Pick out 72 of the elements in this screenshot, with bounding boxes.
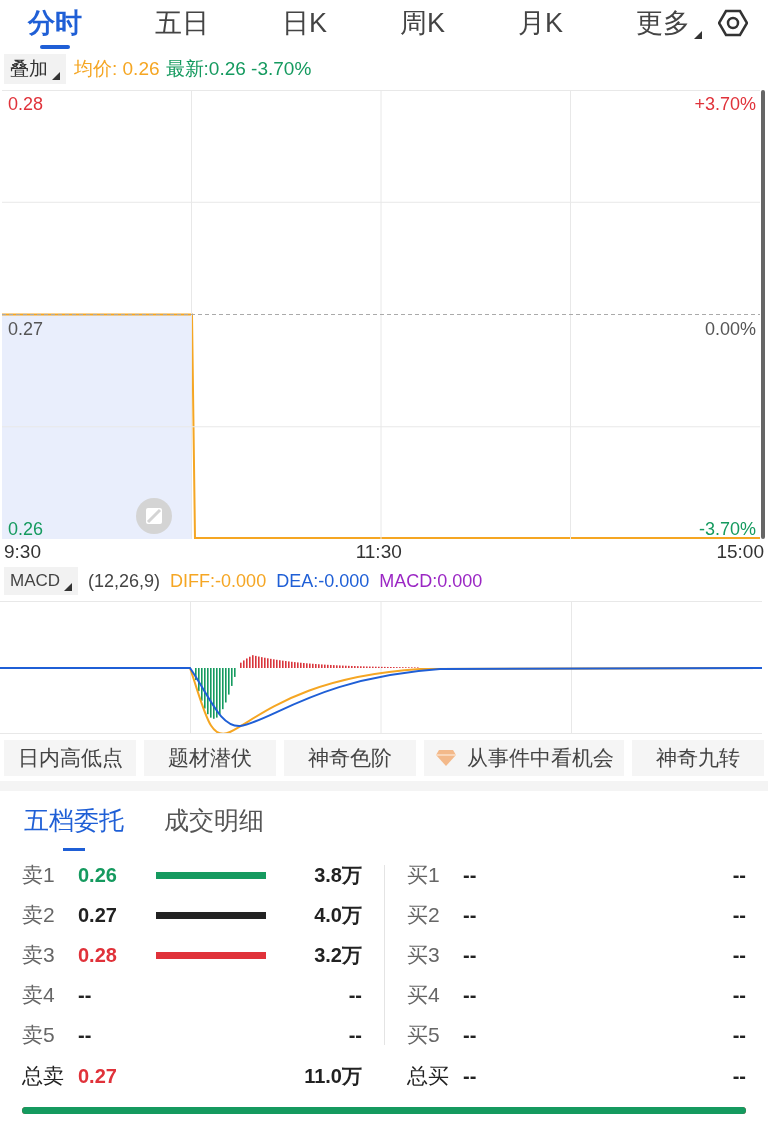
chart-tab[interactable]: 月K — [517, 3, 563, 43]
level-label: 卖1 — [22, 862, 56, 889]
shortcut-button[interactable]: 神奇色阶 — [284, 740, 417, 776]
diamond-icon — [434, 749, 457, 767]
shortcut-button[interactable]: 日内高低点 — [4, 740, 137, 776]
level-label: 买5 — [407, 1022, 441, 1049]
chart-tab[interactable]: 周K — [399, 3, 445, 43]
price-value: -- — [463, 983, 478, 1008]
volume-value: 3.8万 — [314, 863, 362, 888]
chart-tab[interactable]: 日K — [281, 3, 327, 43]
volume-value: -- — [732, 983, 746, 1008]
price-tick-label: 0.28 — [8, 94, 44, 114]
caret-icon — [64, 583, 73, 591]
level-label: 买1 — [407, 862, 441, 889]
diff-value: DIFF:-0.000 — [170, 569, 267, 593]
level-label: 卖4 — [22, 982, 56, 1009]
level-label: 卖5 — [22, 1022, 56, 1049]
volume-value: -- — [732, 863, 746, 888]
macd-value: MACD:0.000 — [379, 569, 483, 593]
average-price: 均价: 0.26 — [74, 56, 160, 81]
price-value: -- — [463, 1023, 478, 1048]
total-buy-price: -- — [463, 1064, 478, 1089]
volume-value: -- — [348, 1023, 362, 1048]
tab-indicator — [40, 45, 70, 49]
percent-label: 0.00% — [704, 318, 756, 339]
volume-value: -- — [732, 943, 746, 968]
level-label: 卖3 — [22, 942, 56, 969]
volume-value: -- — [732, 903, 746, 928]
level-label: 买3 — [407, 942, 441, 969]
price-value: -- — [463, 903, 478, 928]
level-label: 买2 — [407, 902, 441, 929]
price-tick-label: 0.27 — [8, 318, 44, 339]
chart-tab[interactable]: 更多 — [635, 3, 702, 43]
shortcut-button[interactable]: 题材潜伏 — [144, 740, 277, 776]
macd-button[interactable]: MACD — [4, 567, 79, 595]
price-value: -- — [78, 983, 93, 1008]
order-book-tab[interactable]: 五档委托 — [24, 801, 124, 841]
order-book-tab[interactable]: 成交明细 — [164, 801, 264, 841]
price-tick-label: 0.26 — [8, 519, 44, 539]
price-value: 0.27 — [78, 903, 118, 928]
price-value: -- — [463, 863, 478, 888]
dea-value: DEA:-0.000 — [276, 569, 370, 593]
time-label: 11:30 — [355, 539, 402, 564]
price-value: -- — [78, 1023, 93, 1048]
total-buy-volume: -- — [732, 1064, 746, 1089]
caret-icon — [52, 72, 60, 80]
latest-price: 最新:0.26 -3.70% — [165, 56, 312, 81]
chart-tab[interactable]: 分时 — [28, 3, 82, 43]
settings-icon[interactable] — [718, 8, 748, 38]
volume-value: 3.2万 — [314, 943, 362, 968]
shortcut-button[interactable]: 神奇九转 — [631, 740, 764, 776]
level-label: 卖2 — [22, 902, 56, 929]
total-sell-volume: 11.0万 — [304, 1064, 362, 1089]
total-buy-label: 总买 — [407, 1063, 450, 1090]
volume-value: -- — [348, 983, 362, 1008]
percent-label: +3.70% — [694, 94, 756, 114]
price-value: 0.26 — [78, 863, 118, 888]
time-label: 15:00 — [716, 539, 764, 564]
total-sell-label: 总卖 — [22, 1063, 65, 1090]
percent-label: -3.70% — [698, 519, 756, 539]
price-value: 0.28 — [78, 943, 118, 968]
shortcut-button[interactable]: 从事件中看机会 — [424, 740, 624, 776]
tab-indicator — [63, 848, 85, 851]
time-label: 9:30 — [4, 539, 41, 564]
volume-value: 4.0万 — [314, 903, 362, 928]
chart-tab[interactable]: 五日 — [155, 3, 209, 43]
price-value: -- — [463, 943, 478, 968]
overlay-button[interactable]: 叠加 — [4, 54, 66, 84]
volume-value: -- — [732, 1023, 746, 1048]
macd-params: (12,26,9) — [88, 569, 161, 593]
level-label: 买4 — [407, 982, 441, 1009]
total-sell-price: 0.27 — [78, 1064, 118, 1089]
